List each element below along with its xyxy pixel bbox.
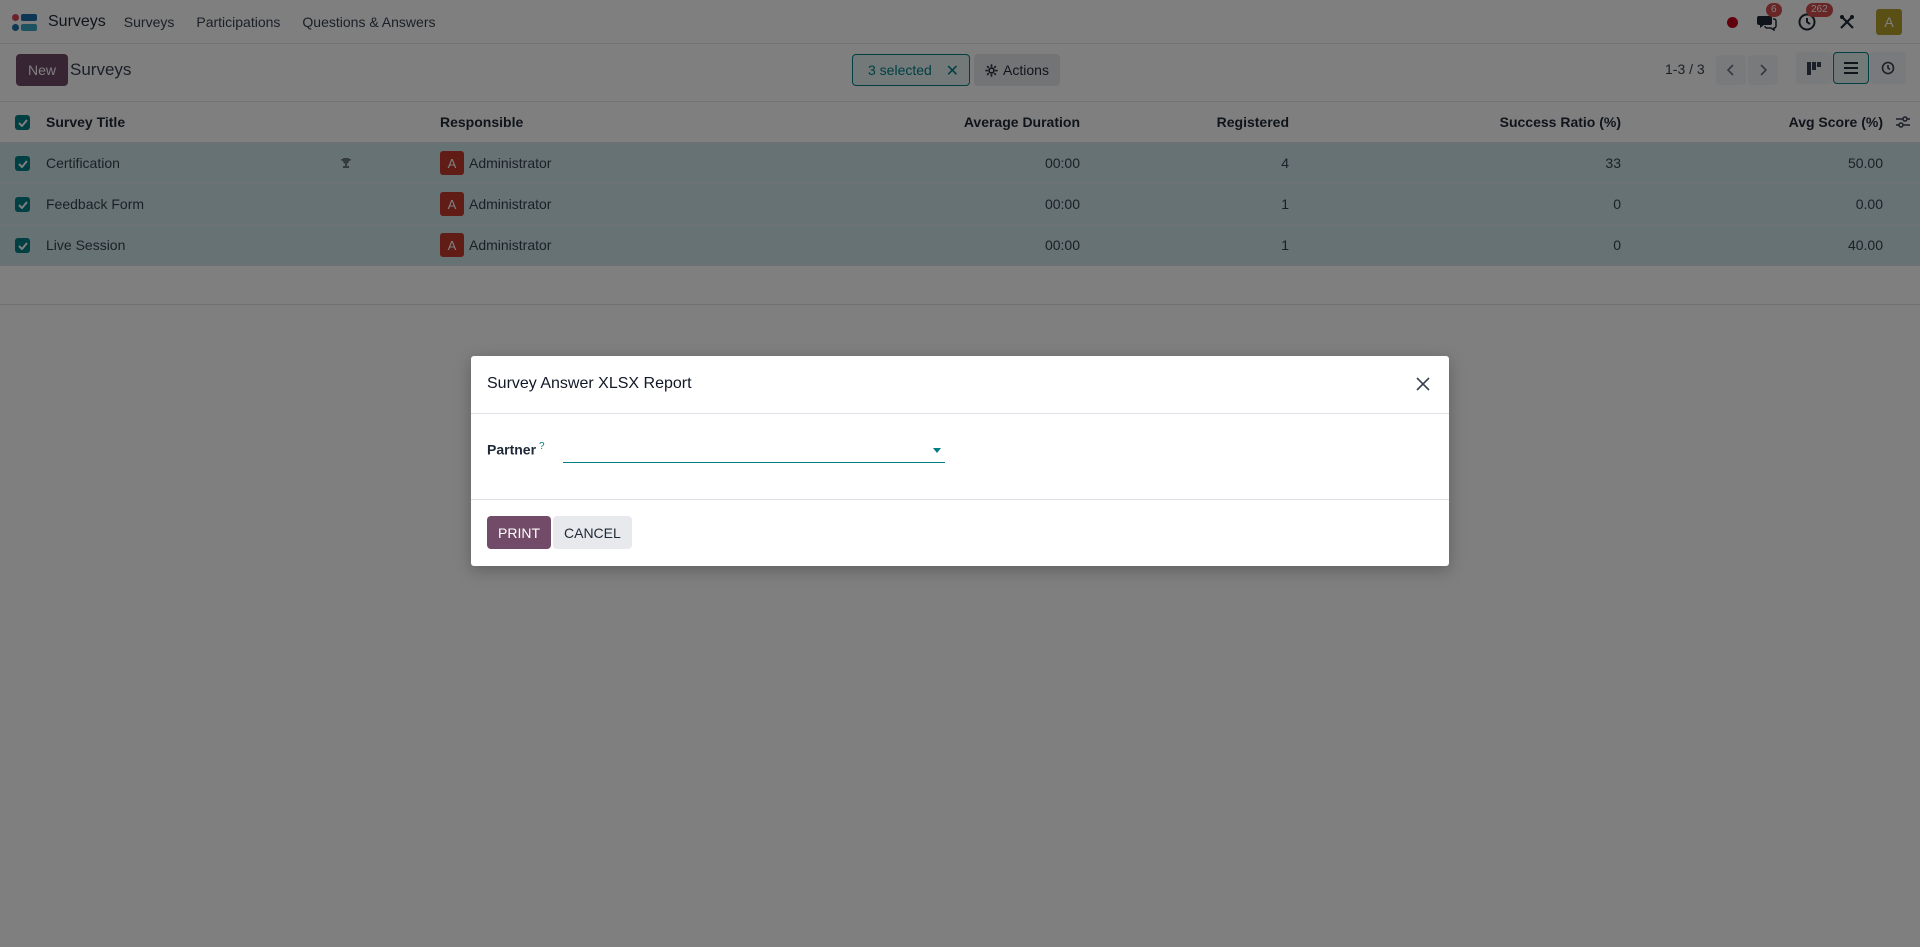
help-icon[interactable]: ? (539, 441, 545, 452)
cancel-button[interactable]: CANCEL (553, 516, 632, 549)
dialog-title: Survey Answer XLSX Report (487, 375, 692, 392)
partner-label-text: Partner (487, 441, 537, 458)
dialog-header: Survey Answer XLSX Report (471, 356, 1449, 414)
dialog-body: Partner? (471, 414, 1449, 500)
partner-label: Partner? (487, 441, 545, 458)
caret-down-icon[interactable] (933, 448, 941, 453)
partner-field[interactable] (563, 438, 945, 463)
close-icon[interactable] (1411, 372, 1435, 396)
dialog-footer: PRINT CANCEL (471, 500, 1449, 566)
xlsx-report-dialog: Survey Answer XLSX Report Partner? PRINT… (471, 356, 1449, 566)
print-button[interactable]: PRINT (487, 516, 551, 549)
